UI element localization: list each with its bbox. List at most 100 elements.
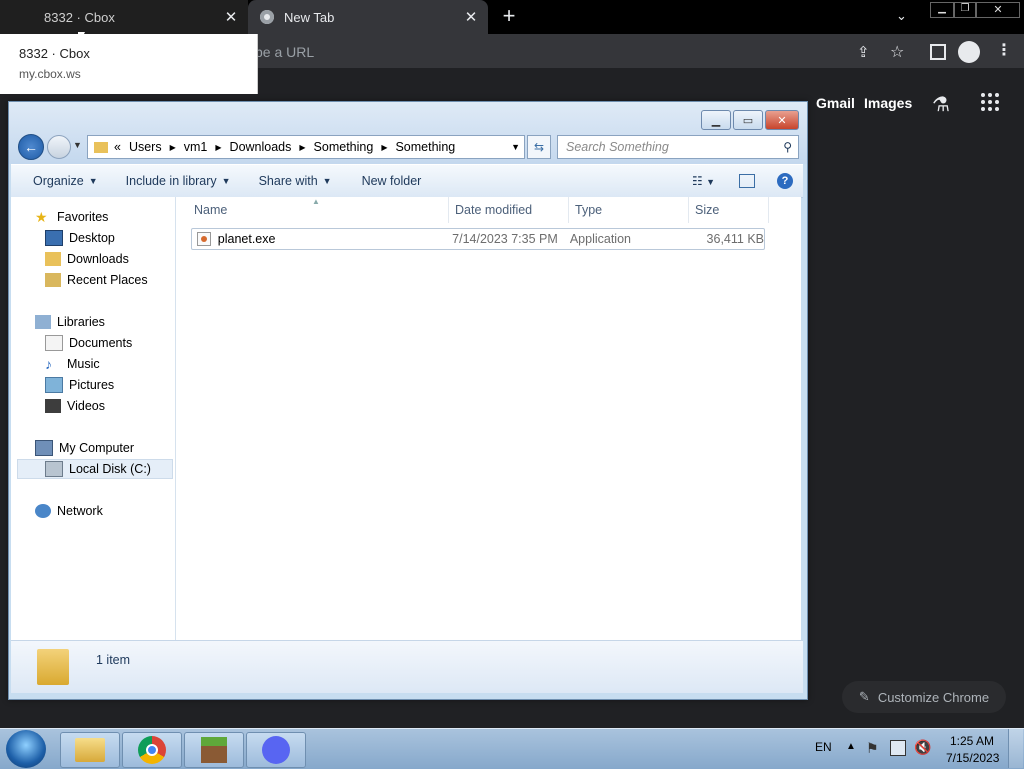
column-header-type[interactable]: Type (569, 197, 689, 223)
action-center-flag-icon[interactable]: ⚑ (866, 740, 879, 757)
window-close-icon[interactable]: ✕ (976, 2, 1020, 18)
breadcrumb-users[interactable]: Users (129, 140, 162, 154)
taskbar-minecraft-button[interactable] (184, 732, 244, 768)
omnibox[interactable]: ype a URL (248, 38, 848, 66)
taskbar: EN ▲ ⚑ 🔇 1:25 AM 7/15/2023 (0, 728, 1024, 769)
back-button[interactable]: ← (18, 134, 44, 160)
breadcrumb-separator-icon[interactable]: ▶ (215, 143, 221, 152)
share-with-button[interactable]: Share with ▼ (259, 174, 332, 188)
preview-pane-icon[interactable] (739, 174, 755, 188)
breadcrumb-vm1[interactable]: vm1 (184, 140, 208, 154)
recent-pages-chevron-icon[interactable]: ▼ (73, 140, 82, 150)
nav-favorites[interactable]: ★ Favorites (35, 207, 108, 227)
chrome-icon (138, 736, 166, 764)
images-link[interactable]: Images (864, 95, 912, 111)
taskbar-chrome-button[interactable] (122, 732, 182, 768)
pencil-icon: ✎ (858, 689, 870, 704)
nav-libraries[interactable]: Libraries (35, 312, 105, 332)
caret-down-icon: ▼ (322, 176, 332, 186)
minimize-button[interactable]: ▁ (701, 110, 731, 130)
nav-downloads[interactable]: Downloads (45, 249, 129, 269)
nav-recent-places[interactable]: Recent Places (45, 270, 148, 290)
language-indicator[interactable]: EN (815, 740, 832, 754)
organize-label: Organize (33, 174, 84, 188)
menu-kebab-icon[interactable]: ⋮ (996, 40, 1012, 60)
address-bar[interactable]: « Users ▶ vm1 ▶ Downloads ▶ Something ▶ Some… (87, 135, 525, 159)
taskbar-explorer-button[interactable] (60, 732, 120, 768)
breadcrumb-separator-icon[interactable]: ▶ (381, 143, 387, 152)
file-list: Name ▲ Date modified Type Size planet.ex… (176, 197, 801, 640)
downloads-folder-icon (45, 252, 61, 266)
share-label: Share with (258, 174, 318, 188)
nav-network[interactable]: Network (35, 501, 103, 521)
view-options-icon[interactable]: ☷ ▼ (692, 174, 715, 188)
new-tab-button[interactable]: + (498, 5, 520, 27)
clock-time[interactable]: 1:25 AM (950, 734, 994, 748)
apps-grid-icon[interactable] (980, 92, 1000, 112)
computer-icon (35, 440, 53, 456)
nav-videos[interactable]: Videos (45, 396, 105, 416)
window-restore-icon[interactable]: ❐ (954, 2, 976, 18)
include-in-library-button[interactable]: Include in library ▼ (126, 174, 231, 188)
libraries-icon (35, 315, 51, 329)
column-header-date[interactable]: Date modified (449, 197, 569, 223)
organize-button[interactable]: Organize ▼ (33, 174, 98, 188)
hover-card-title: 8332 · Cbox (19, 46, 90, 61)
tab-new-tab[interactable]: New Tab ✕ (248, 0, 488, 34)
breadcrumb-downloads[interactable]: Downloads (230, 140, 292, 154)
sort-ascending-icon: ▲ (312, 197, 320, 206)
breadcrumb-separator-icon[interactable]: ▶ (299, 143, 305, 152)
close-icon[interactable]: ✕ (220, 6, 242, 28)
help-icon[interactable]: ? (777, 173, 793, 189)
file-name: planet.exe (217, 232, 276, 246)
search-icon[interactable]: ⚲ (783, 140, 792, 154)
nav-label: Pictures (69, 378, 115, 392)
tab-search-icon[interactable]: ⌄ (896, 8, 907, 24)
start-button[interactable] (6, 730, 46, 768)
tab-cbox[interactable]: 8332 · Cbox ✕ (0, 0, 248, 34)
network-tray-icon[interactable] (890, 740, 906, 756)
nav-pictures[interactable]: Pictures (45, 375, 114, 395)
address-dropdown-icon[interactable]: ▼ (511, 142, 520, 152)
customize-chrome-button[interactable]: ✎ Customize Chrome (842, 681, 1006, 713)
show-desktop-button[interactable] (1008, 729, 1023, 768)
search-input[interactable]: Search Something ⚲ (557, 135, 799, 159)
nav-music[interactable]: ♪ Music (45, 354, 100, 374)
breadcrumb-overflow[interactable]: « (114, 140, 121, 154)
labs-flask-icon[interactable]: ⚗ (932, 92, 950, 117)
hover-card-url: my.cbox.ws (19, 67, 81, 81)
pictures-icon (45, 377, 63, 393)
close-button[interactable]: ✕ (765, 110, 799, 130)
show-hidden-icons-icon[interactable]: ▲ (846, 741, 856, 752)
nav-documents[interactable]: Documents (45, 333, 132, 353)
new-folder-button[interactable]: New folder (362, 174, 422, 188)
refresh-icon[interactable]: ⇆ (527, 135, 551, 159)
discord-icon (262, 736, 290, 764)
close-icon[interactable]: ✕ (460, 6, 482, 28)
breadcrumb-separator-icon[interactable]: ▶ (170, 143, 176, 152)
tab-title: 8332 · Cbox (44, 9, 115, 25)
nav-my-computer[interactable]: My Computer (35, 438, 134, 458)
nav-desktop[interactable]: Desktop (45, 228, 115, 248)
command-bar: Organize ▼ Include in library ▼ Share with… (11, 164, 803, 198)
gmail-link[interactable]: Gmail (816, 95, 855, 111)
bookmark-star-icon[interactable]: ☆ (890, 42, 904, 62)
clock-date[interactable]: 7/15/2023 (946, 751, 999, 765)
share-icon[interactable]: ⇪ (857, 43, 870, 61)
column-header-size[interactable]: Size (689, 197, 769, 223)
column-label: Size (695, 203, 720, 217)
forward-button[interactable] (47, 135, 71, 159)
breadcrumb-something[interactable]: Something (314, 140, 374, 154)
table-row[interactable]: planet.exe 7/14/2023 7:35 PM Application… (191, 228, 765, 250)
taskbar-discord-button[interactable] (246, 732, 306, 768)
explorer-window: ▁ ▭ ✕ ← ▼ « Users ▶ vm1 ▶ Downloads ▶ Somet… (8, 101, 808, 700)
nav-local-disk[interactable]: Local Disk (C:) (17, 459, 173, 479)
maximize-button[interactable]: ▭ (733, 110, 763, 130)
include-label: Include in library (125, 174, 217, 188)
window-minimize-icon[interactable]: ▁ (930, 2, 954, 18)
breadcrumb-something-current[interactable]: Something (395, 140, 455, 154)
nav-label: Local Disk (C:) (69, 462, 151, 476)
side-panel-icon[interactable] (930, 44, 946, 60)
volume-muted-icon[interactable]: 🔇 (914, 739, 931, 756)
profile-avatar-icon[interactable] (958, 41, 980, 63)
